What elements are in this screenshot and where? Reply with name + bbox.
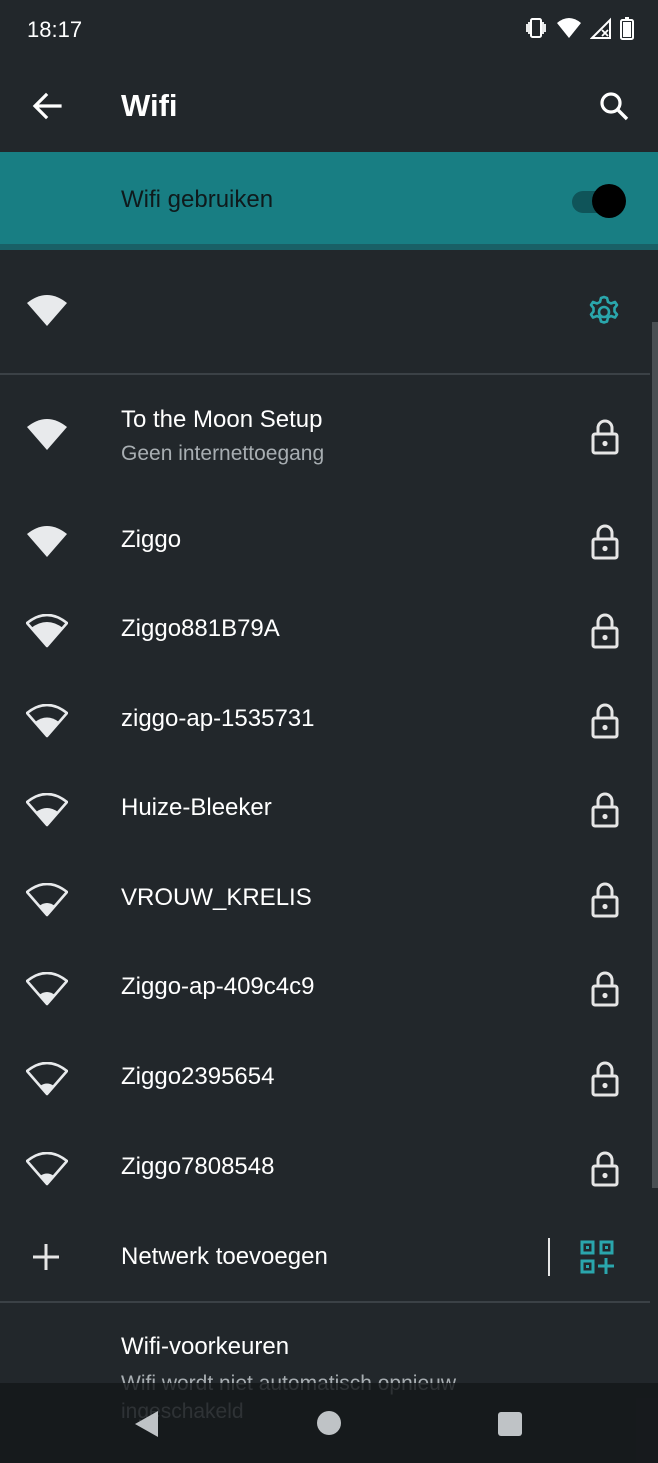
scrollbar[interactable] xyxy=(652,322,658,1188)
nav-back-icon[interactable] xyxy=(132,1409,162,1439)
wifi-one-bar-icon xyxy=(26,1152,68,1186)
wifi-one-bar-icon xyxy=(26,1062,68,1096)
vertical-divider xyxy=(548,1238,550,1276)
network-row[interactable]: Ziggo2395654 xyxy=(0,1034,650,1124)
settings-gear-icon[interactable] xyxy=(586,294,622,330)
wifi-full-icon xyxy=(27,526,67,557)
app-bar: Wifi xyxy=(0,60,658,152)
wifi-switch[interactable] xyxy=(572,182,626,218)
network-row[interactable]: Ziggo xyxy=(0,497,650,587)
network-name: To the Moon Setup xyxy=(121,406,323,433)
network-name: ziggo-ap-1535731 xyxy=(121,705,315,732)
network-name: Huize-Bleeker xyxy=(121,794,272,821)
navigation-bar xyxy=(0,1383,658,1463)
lock-icon xyxy=(591,1151,619,1187)
network-name: Ziggo7808548 xyxy=(121,1153,275,1180)
wifi-toggle-label: Wifi gebruiken xyxy=(121,186,274,213)
wifi-toggle-row[interactable]: Wifi gebruiken xyxy=(0,152,658,248)
lock-icon xyxy=(591,1061,619,1097)
wifi-full-icon xyxy=(27,419,67,450)
cell-signal-icon xyxy=(590,17,611,39)
network-status: Geen internettoegang xyxy=(121,442,325,465)
nav-home-icon[interactable] xyxy=(317,1411,341,1435)
wifi-two-bars-icon xyxy=(26,704,68,738)
status-time: 18:17 xyxy=(27,17,83,42)
network-name: Ziggo881B79A xyxy=(121,615,280,642)
network-name: Ziggo-ap-409c4c9 xyxy=(121,973,315,1000)
qr-scan-icon[interactable] xyxy=(580,1240,614,1274)
status-bar: 18:17 xyxy=(0,0,658,60)
network-name: Ziggo2395654 xyxy=(121,1063,275,1090)
search-button[interactable] xyxy=(590,82,638,130)
network-row[interactable]: VROUW_KRELIS xyxy=(0,855,650,945)
connected-network-row[interactable] xyxy=(0,250,650,374)
network-row[interactable]: ziggo-ap-1535731 xyxy=(0,676,650,766)
wifi-one-bar-icon xyxy=(26,883,68,917)
back-button[interactable] xyxy=(24,82,72,130)
add-network-row[interactable]: Netwerk toevoegen xyxy=(0,1214,650,1302)
network-row[interactable]: Ziggo-ap-409c4c9 xyxy=(0,944,650,1034)
wifi-three-bars-icon xyxy=(26,614,68,648)
arrow-back-icon xyxy=(32,92,62,120)
network-row[interactable]: Ziggo881B79A xyxy=(0,586,650,676)
lock-icon xyxy=(591,524,619,560)
lock-icon xyxy=(591,419,619,455)
network-row[interactable]: To the Moon Setup Geen internettoegang xyxy=(0,390,650,482)
add-network-label: Netwerk toevoegen xyxy=(121,1243,328,1270)
lock-icon xyxy=(591,971,619,1007)
lock-icon xyxy=(591,792,619,828)
status-icons xyxy=(524,16,634,40)
wifi-two-bars-icon xyxy=(26,793,68,827)
lock-icon xyxy=(591,703,619,739)
lock-icon xyxy=(591,882,619,918)
search-icon xyxy=(600,92,629,121)
plus-icon xyxy=(33,1244,59,1270)
wifi-signal-icon xyxy=(557,18,581,38)
divider xyxy=(0,1301,650,1303)
network-row[interactable]: Huize-Bleeker xyxy=(0,765,650,855)
network-name: VROUW_KRELIS xyxy=(121,884,312,911)
battery-icon xyxy=(620,17,634,40)
divider xyxy=(0,373,650,375)
wifi-one-bar-icon xyxy=(26,972,68,1006)
network-name: Ziggo xyxy=(121,526,182,553)
network-row[interactable]: Ziggo7808548 xyxy=(0,1124,650,1214)
vibrate-icon xyxy=(526,18,546,38)
lock-icon xyxy=(591,613,619,649)
preferences-title: Wifi-voorkeuren xyxy=(121,1333,290,1360)
wifi-full-icon xyxy=(27,295,67,326)
page-title: Wifi xyxy=(121,88,178,123)
switch-thumb xyxy=(592,184,626,218)
nav-recents-icon[interactable] xyxy=(498,1412,522,1436)
